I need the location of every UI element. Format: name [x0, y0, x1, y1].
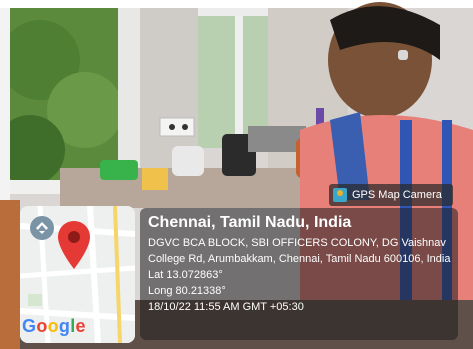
gps-map-camera-badge: GPS Map Camera — [329, 184, 453, 206]
address-text: DGVC BCA BLOCK, SBI OFFICERS COLONY, DG … — [148, 237, 451, 265]
gps-map-camera-icon — [333, 188, 347, 202]
map-thumbnail[interactable]: Google — [20, 206, 135, 343]
location-pin-icon — [58, 221, 90, 269]
longitude-text: Long 80.21338° — [148, 285, 226, 297]
latitude-text: Lat 13.072863° — [148, 269, 223, 281]
google-logo: Google — [22, 316, 86, 336]
location-info-panel: Chennai, Tamil Nadu, India DGVC BCA BLOC… — [140, 208, 458, 340]
location-title: Chennai, Tamil Nadu, India — [148, 214, 352, 231]
photo-frame: GPS Map Camera Google Chennai, Tamil Nad… — [0, 0, 473, 349]
badge-label: GPS Map Camera — [352, 189, 442, 201]
datetime-text: 18/10/22 11:55 AM GMT +05:30 — [148, 301, 304, 313]
